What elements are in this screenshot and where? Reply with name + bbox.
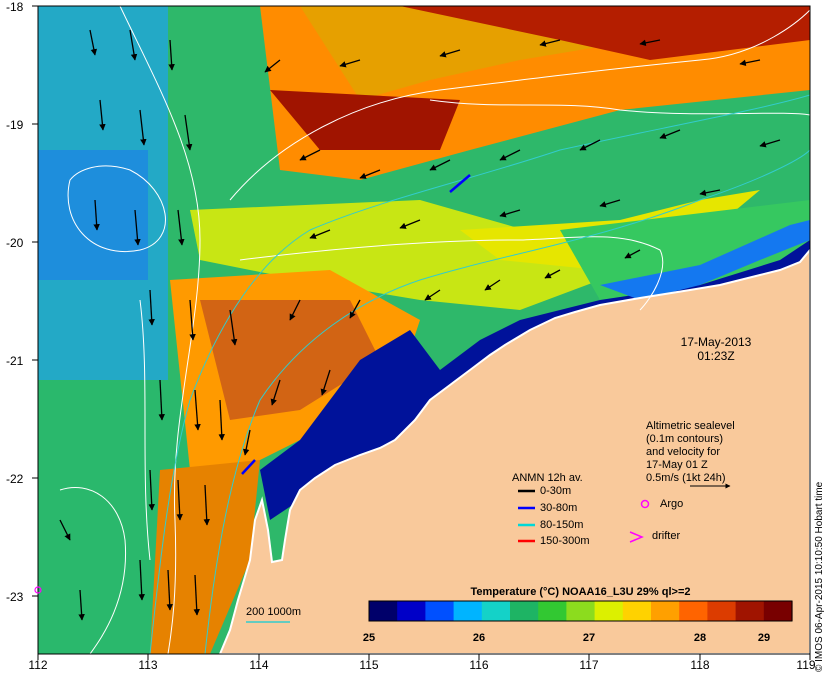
colorbar-tick: 28: [693, 632, 707, 644]
isobath-label: 200 1000m: [246, 606, 302, 618]
colorbar-tick: 27: [582, 632, 596, 644]
colorbar-segment: [369, 601, 398, 621]
lon-tick-label: 115: [359, 658, 379, 672]
lon-tick-label: 118: [690, 658, 710, 672]
colorbar-segment: [707, 601, 737, 621]
colorbar-segment: [622, 601, 652, 621]
anmn-legend-item: 0-30m: [540, 485, 572, 497]
colorbar-title: Temperature (°C) NOAA16_L3U 29% ql>=2: [470, 586, 691, 598]
altimetry-note-3: and velocity for: [646, 446, 720, 458]
colorbar-tick: 29: [757, 632, 771, 644]
lat-tick-label: -18: [6, 0, 24, 14]
colorbar: [369, 601, 793, 621]
colorbar-segment: [594, 601, 624, 621]
image-time: 01:23Z: [697, 349, 735, 363]
lon-tick-label: 113: [138, 658, 158, 672]
colorbar-segment: [481, 601, 511, 621]
colorbar-segment: [651, 601, 680, 621]
colorbar-segment: [453, 601, 483, 621]
credit-line: © IMOS 06-Apr-2015 10:10:50 Hobart time: [814, 481, 825, 672]
colorbar-segment: [397, 601, 426, 621]
altimetry-note-1: Altimetric sealevel: [646, 420, 735, 432]
argo-label: Argo: [660, 498, 684, 510]
altimetry-note-5: 0.5m/s (1kt 24h): [646, 472, 726, 484]
lon-tick-label: 116: [469, 658, 489, 672]
lat-tick-label: -21: [6, 354, 24, 368]
colorbar-segment: [510, 601, 539, 621]
anmn-legend-title: ANMN 12h av.: [512, 472, 583, 484]
image-date: 17-May-2013: [680, 335, 752, 349]
colorbar-segment: [735, 601, 765, 621]
altimetry-note-4: 17-May 01 Z: [646, 459, 708, 471]
colorbar-tick: 25: [362, 632, 376, 644]
lat-tick-label: -23: [6, 590, 24, 604]
drifter-label: drifter: [652, 530, 681, 542]
altimetry-note-2: (0.1m contours): [646, 433, 724, 445]
lon-tick-label: 112: [28, 658, 48, 672]
colorbar-segment: [425, 601, 455, 621]
lon-tick-label: 117: [579, 658, 599, 672]
colorbar-segment: [566, 601, 596, 621]
lat-tick-label: -22: [6, 472, 24, 486]
anmn-legend-item: 150-300m: [540, 535, 590, 547]
colorbar-tick: 26: [472, 632, 486, 644]
anmn-legend-item: 80-150m: [540, 519, 584, 531]
lon-tick-label: 114: [249, 658, 269, 672]
colorbar-segment: [679, 601, 708, 621]
lat-tick-label: -19: [6, 118, 24, 132]
anmn-legend-item: 30-80m: [540, 502, 578, 514]
colorbar-segment: [538, 601, 567, 621]
colorbar-segment: [763, 601, 793, 621]
lat-tick-label: -20: [6, 236, 24, 250]
